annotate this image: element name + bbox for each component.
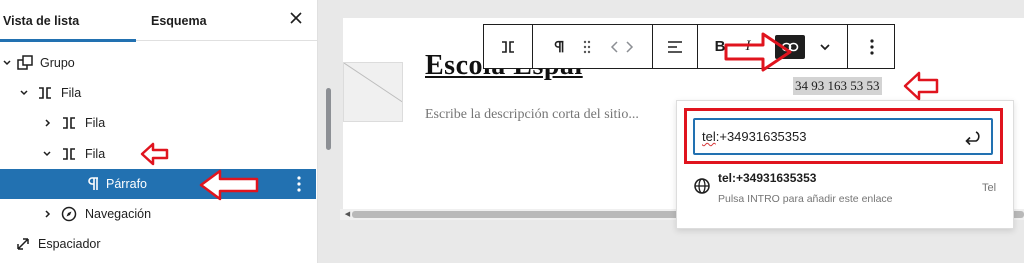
move-arrows-icon[interactable]: [602, 25, 642, 68]
globe-icon: [694, 178, 710, 194]
tree-item-label: Párrafo: [106, 177, 147, 191]
row-icon: [63, 148, 75, 160]
scroll-left-icon[interactable]: ◀: [343, 209, 352, 220]
spacer-icon: [17, 238, 29, 250]
navigation-icon: [61, 206, 77, 222]
tree-item-navegacion[interactable]: Navegación: [0, 199, 316, 229]
annotation-arrow: [140, 142, 169, 166]
tree-item-grupo[interactable]: Grupo: [0, 48, 316, 78]
annotation-arrow: [903, 71, 939, 101]
tree-item-label: Fila: [61, 86, 82, 100]
link-suggestion[interactable]: tel:+34931635353 Pulsa INTRO para añadir…: [684, 168, 1004, 210]
more-options-icon[interactable]: [292, 173, 306, 195]
site-tagline[interactable]: Escribe la descripción corta del sitio..…: [425, 107, 639, 123]
tree-item-parrafo[interactable]: Párrafo: [0, 169, 316, 199]
tree-item-label: Fila: [85, 147, 106, 161]
drag-handle-icon[interactable]: [576, 25, 598, 68]
tree-item-espaciador[interactable]: Espaciador: [0, 229, 316, 259]
suggestion-hint: Pulsa INTRO para añadir este enlace: [718, 193, 893, 205]
suggestion-type: Tel: [982, 182, 997, 194]
tree-item-fila[interactable]: Fila: [0, 108, 316, 138]
logo-placeholder[interactable]: [343, 62, 403, 122]
panel-scrollbar[interactable]: [326, 88, 331, 150]
row-block-icon[interactable]: [484, 25, 532, 68]
chevron-down-icon[interactable]: [810, 25, 840, 68]
annotation-arrow: [724, 32, 792, 72]
group-icon: [17, 55, 33, 70]
paragraph-icon: [88, 177, 98, 190]
toolbar-divider: [697, 25, 698, 68]
link-url-value: tel:+34931635353: [702, 129, 807, 144]
submit-link-icon[interactable]: [961, 127, 983, 149]
suggestion-title: tel:+34931635353: [718, 171, 817, 185]
row-icon: [63, 117, 75, 129]
list-view-panel: Vista de lista Esquema Grupo Fila Fila F…: [0, 0, 318, 263]
row-icon: [39, 87, 51, 99]
toolbar-divider: [532, 25, 533, 68]
chevron-down-icon[interactable]: [19, 87, 29, 99]
chevron-right-icon[interactable]: [42, 117, 52, 129]
annotation-arrow: [199, 169, 259, 201]
block-toolbar: B I: [483, 24, 895, 69]
chevron-down-icon[interactable]: [2, 57, 12, 69]
panel-tabs: Vista de lista Esquema: [0, 0, 318, 42]
tree-item-label: Navegación: [85, 207, 152, 221]
close-icon[interactable]: [284, 8, 308, 32]
link-url-input[interactable]: tel:+34931635353: [693, 118, 993, 155]
align-left-icon[interactable]: [653, 25, 697, 68]
tree-item-label: Fila: [85, 116, 106, 130]
tab-outline[interactable]: Esquema: [151, 0, 241, 41]
tab-list-view[interactable]: Vista de lista: [0, 0, 136, 42]
more-options-icon[interactable]: [848, 25, 895, 68]
tree-item-label: Espaciador: [38, 237, 101, 251]
selected-phone-text[interactable]: 34 93 163 53 53: [793, 77, 882, 95]
tree-item-fila[interactable]: Fila: [0, 78, 316, 108]
chevron-right-icon[interactable]: [42, 208, 52, 220]
tree-item-label: Grupo: [40, 56, 75, 70]
paragraph-icon[interactable]: [542, 25, 576, 68]
chevron-down-icon[interactable]: [42, 148, 52, 160]
